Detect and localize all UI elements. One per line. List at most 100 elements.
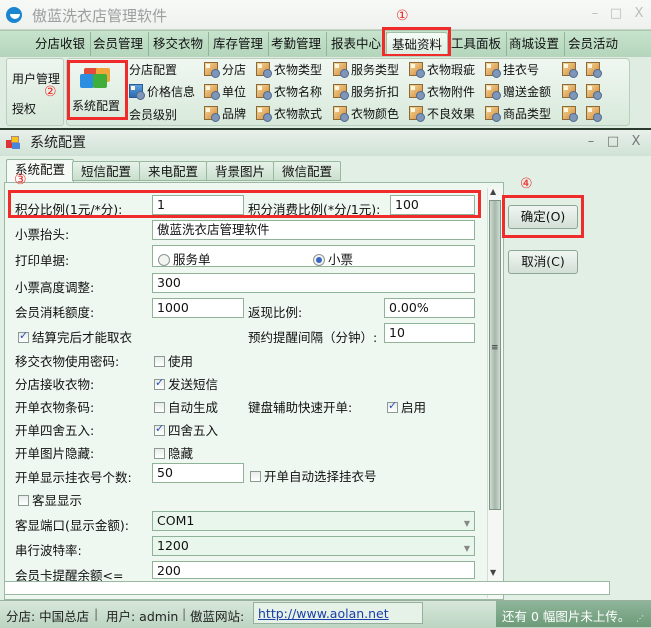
scroll-down-icon[interactable]: ▼ [490,568,496,577]
scroll-up-icon[interactable]: ▲ [490,187,496,196]
ribbon-bad-effect[interactable]: 不良效果 [409,103,475,125]
ribbon-clothes-color[interactable]: 衣物颜色 [333,103,399,125]
ribbon-price-info-label: 价格信息 [147,85,196,99]
label: 不良效果 [427,107,476,121]
price-info-icon [129,84,145,100]
config-icon[interactable] [586,84,602,100]
config-icon [409,62,425,78]
annotation-4: ④ [520,176,533,192]
dialog-title: 系统配置 [30,135,86,151]
member-quota-input[interactable]: 1000 [152,298,244,318]
config-icon [256,62,272,78]
radio-receipt[interactable]: 小票 [313,249,353,268]
ribbon-branch[interactable]: 分店 [204,59,246,81]
dropdown-arrow-icon: ▼ [463,544,470,553]
resize-grip-icon[interactable]: ⋰ [636,614,644,623]
menu-tab-activities[interactable]: 会员活动 [563,32,623,56]
barcode-checkbox[interactable]: 自动生成 [154,397,218,416]
menu-tab-reports[interactable]: 报表中心 [326,32,388,56]
ribbon-gift-amount[interactable]: 赠送金额 [485,81,551,103]
receipt-height-input[interactable]: 300 [152,273,475,293]
config-icon [256,84,272,100]
status-site-label: 傲蓝网站: [190,609,245,624]
cashback-input[interactable]: 0.00% [384,298,475,318]
branch-receive-label: 分店接收衣物: [15,377,95,392]
reminder-interval-input[interactable]: 10 [384,323,475,343]
scrollbar-thumb[interactable] [489,200,501,510]
ribbon-service-discount[interactable]: 服务折扣 [333,81,399,103]
tag-count-label: 开单显示挂衣号个数: [15,470,132,485]
branch-receive-checkbox[interactable]: 发送短信 [154,374,218,393]
ribbon-clothes-defect[interactable]: 衣物瑕疵 [409,59,475,81]
label: 客显显示 [32,493,83,508]
ribbon-authorize[interactable]: 授权 [12,100,36,117]
label: 启用 [401,400,427,415]
menu-tab-attendance[interactable]: 考勤管理 [266,32,328,56]
config-icon[interactable] [562,84,578,100]
ribbon-clothes-style[interactable]: 衣物款式 [256,103,322,125]
ribbon-brand[interactable]: 品牌 [204,103,246,125]
menu-tab-inventory[interactable]: 库存管理 [208,32,270,56]
dialog-maximize-button[interactable]: □ [604,134,622,149]
display-port-select[interactable]: COM1 ▼ [152,511,475,531]
ribbon-clothes-accessory[interactable]: 衣物附件 [409,81,475,103]
ribbon-clothes-type[interactable]: 衣物类型 [256,59,322,81]
label: 结算完后才能取衣 [32,330,133,345]
ribbon-unit[interactable]: 单位 [204,81,246,103]
highlight-box-3 [8,190,481,218]
config-icon[interactable] [562,106,578,122]
dialog-minimize-button[interactable]: – [582,134,600,149]
ribbon-product-type[interactable]: 商品类型 [485,103,551,125]
menu-tab-mall[interactable]: 商城设置 [504,32,566,56]
close-button[interactable]: X [630,6,648,21]
label: 分店 [222,63,247,77]
config-icon [485,62,501,78]
receipt-header-input[interactable]: 傲蓝洗衣店管理软件 [152,220,475,240]
upload-status-text: 还有 0 幅图片未上传。 [502,609,631,624]
ribbon-service-type[interactable]: 服务类型 [333,59,399,81]
menu-tab-member[interactable]: 会员管理 [88,32,150,56]
ribbon-branch-config[interactable]: 分店配置 [129,59,177,81]
ribbon-tag-number[interactable]: 挂衣号 [485,59,551,81]
transfer-password-checkbox[interactable]: 使用 [154,351,193,370]
status-site-link[interactable]: http://www.aolan.net [253,602,423,624]
config-icon[interactable] [562,62,578,78]
tab-background-image[interactable]: 背景图片 [206,161,275,181]
maximize-button[interactable]: □ [607,6,625,21]
hide-images-checkbox[interactable]: 隐藏 [154,443,193,462]
tab-sms-config[interactable]: 短信配置 [72,161,141,181]
cancel-button[interactable]: 取消(C) [508,250,578,274]
dropdown-arrow-icon: ▼ [463,519,470,528]
display-port-label: 客显端口(显示金额): [15,518,129,533]
card-balance-input[interactable]: 200 [152,561,475,579]
tab-call-config[interactable]: 来电配置 [139,161,208,181]
rounding-checkbox[interactable]: 四舍五入 [154,420,218,439]
tab-wechat-config[interactable]: 微信配置 [273,161,342,181]
menu-tab-branch-cashier[interactable]: 分店收银 [30,32,92,56]
label: 衣物颜色 [351,107,400,121]
customer-display-checkbox[interactable]: 客显显示 [18,490,82,509]
site-url[interactable]: http://www.aolan.net [258,606,389,621]
config-icon[interactable] [586,106,602,122]
minimize-button[interactable]: – [586,6,604,21]
label: 服务类型 [351,63,400,77]
ribbon-price-info[interactable]: 价格信息 [129,81,195,103]
keyboard-checkbox[interactable]: 启用 [387,397,426,416]
radio-service-order[interactable]: 服务单 [158,249,211,268]
tag-count-input[interactable]: 50 [152,463,244,483]
auto-tag-checkbox[interactable]: 开单自动选择挂衣号 [250,466,377,485]
receipt-height-label: 小票高度调整: [15,280,95,295]
settle-before-pickup-checkbox[interactable]: 结算完后才能取衣 [18,327,132,346]
status-separator: | [94,606,99,621]
menu-tab-tools[interactable]: 工具面板 [446,32,508,56]
config-icon [333,84,349,100]
dialog-close-button[interactable]: X [627,134,645,149]
menu-tab-transfer[interactable]: 移交衣物 [148,32,210,56]
config-icon [204,84,220,100]
status-user: 用户: admin [106,609,179,624]
config-icon[interactable] [586,62,602,78]
ribbon-clothes-name[interactable]: 衣物名称 [256,81,322,103]
label: 商品类型 [503,107,552,121]
ribbon-member-level[interactable]: 会员级别 [129,104,177,126]
baud-select[interactable]: 1200 ▼ [152,536,475,556]
